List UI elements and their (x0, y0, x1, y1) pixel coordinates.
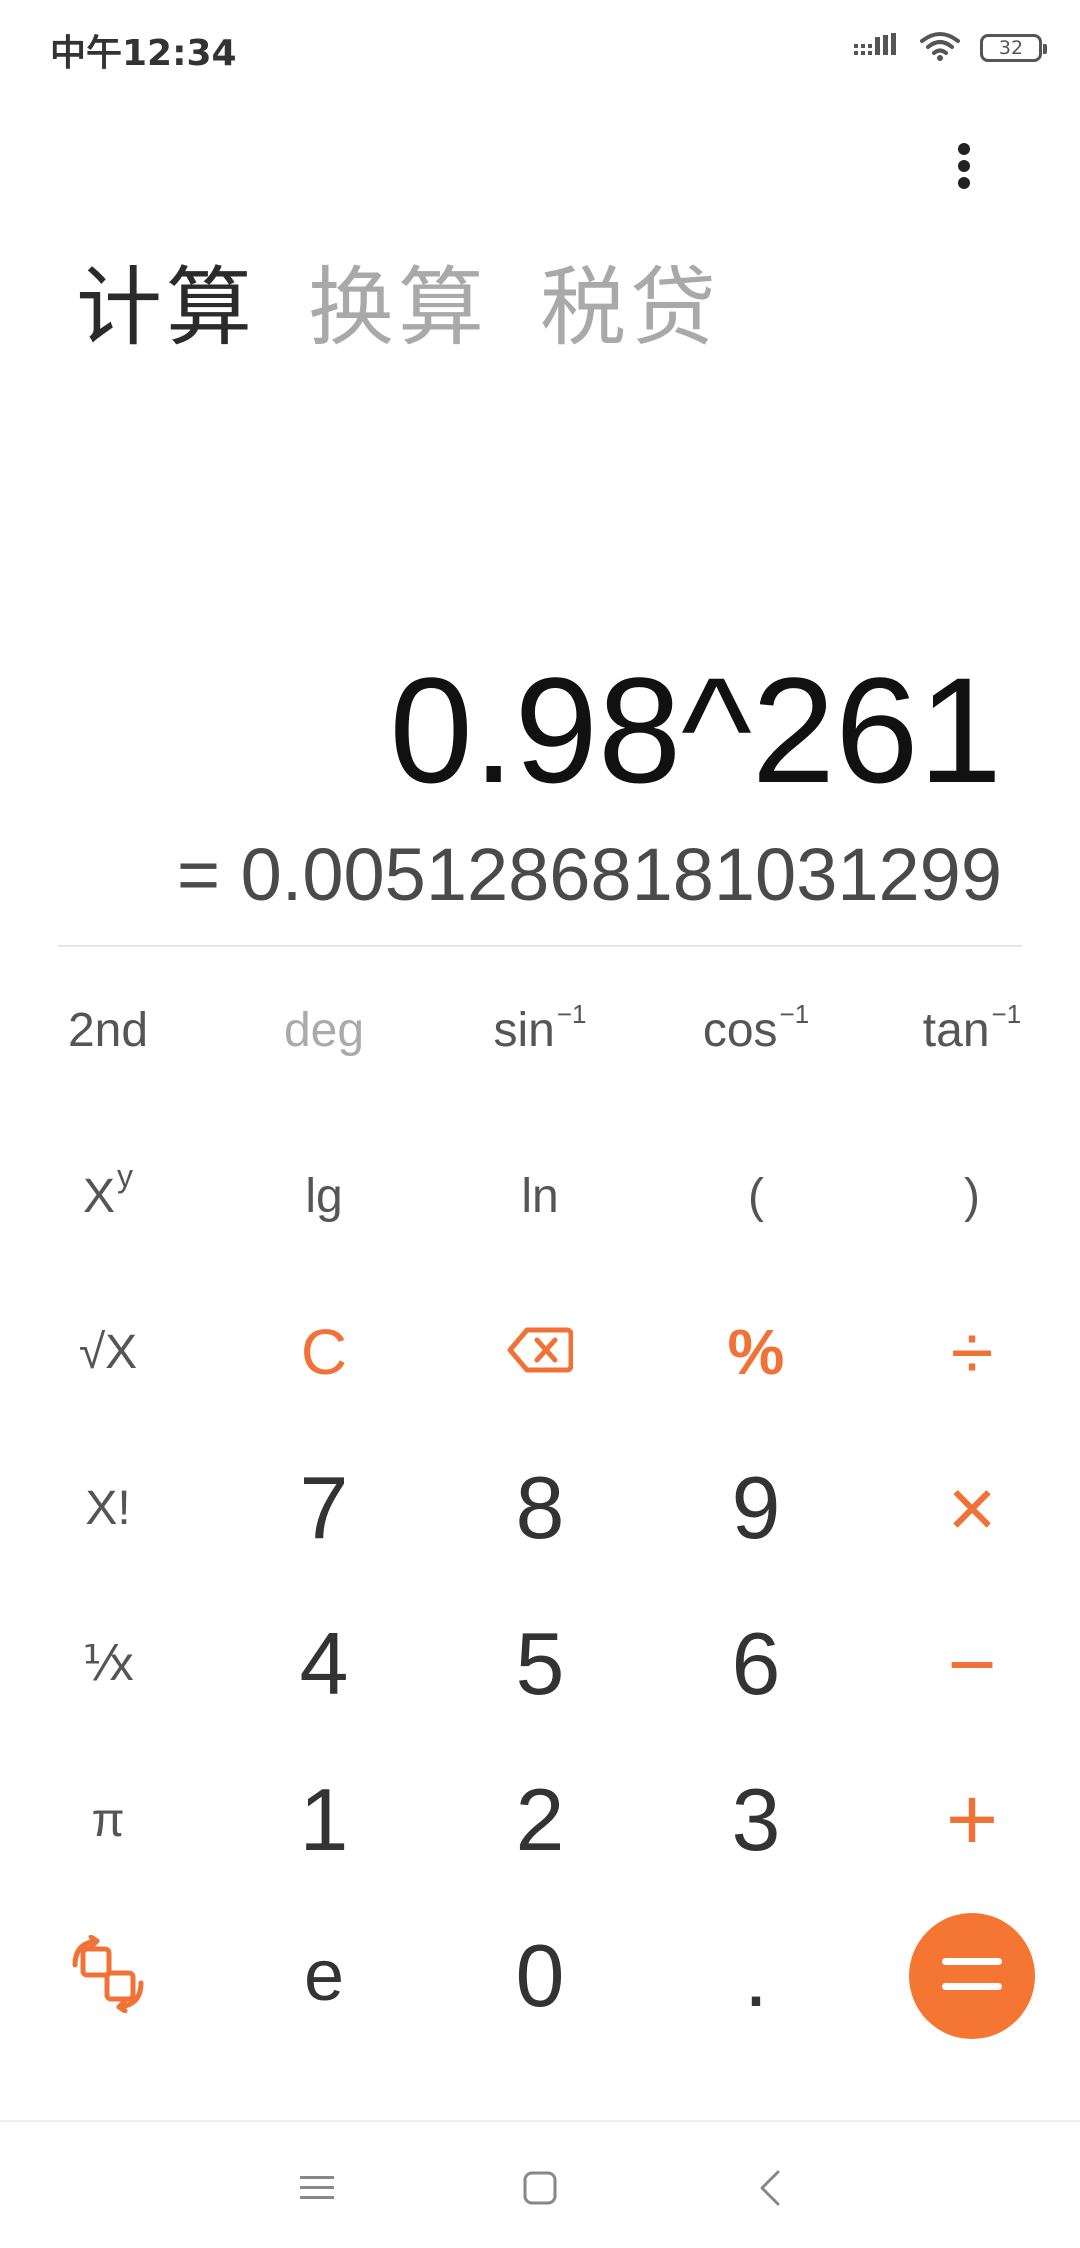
tab-calculate[interactable]: 计算 (76, 258, 256, 358)
recent-apps-button[interactable] (287, 2160, 347, 2220)
switch-mode-icon (69, 1934, 147, 2018)
log10-key[interactable]: lg (216, 1118, 432, 1274)
status-time: 中午12:34 (50, 33, 237, 74)
wifi-icon (920, 31, 960, 65)
home-square-icon (523, 2171, 557, 2209)
mode-tabs: 计算 换算 税贷 (76, 258, 720, 358)
equals-key[interactable] (864, 1898, 1080, 2054)
more-vertical-icon (957, 142, 971, 194)
arctan-label: tan (922, 1003, 990, 1057)
arctan-key[interactable]: tan −1 (864, 952, 1080, 1108)
tab-convert[interactable]: 换算 (308, 258, 488, 358)
ln-key[interactable]: ln (432, 1118, 648, 1274)
digit-3-key[interactable]: 3 (648, 1742, 864, 1898)
digit-1-key[interactable]: 1 (216, 1742, 432, 1898)
clear-key[interactable]: C (216, 1274, 432, 1430)
digit-5-key[interactable]: 5 (432, 1586, 648, 1742)
minus-key[interactable]: − (864, 1586, 1080, 1742)
back-button[interactable] (740, 2160, 800, 2220)
percent-key[interactable]: % (648, 1274, 864, 1430)
arcsin-key[interactable]: sin −1 (432, 952, 648, 1108)
digit-2-key[interactable]: 2 (432, 1742, 648, 1898)
status-bar: 中午12:34 32 (0, 0, 1080, 96)
e-key[interactable]: e (216, 1898, 432, 2054)
status-icons: 32 (854, 26, 1047, 70)
second-function-key[interactable]: 2nd (0, 952, 216, 1108)
power-base-label: X (82, 1169, 115, 1223)
digit-0-key[interactable]: 0 (432, 1898, 648, 2054)
equals-icon (942, 1956, 1002, 1997)
result-display: = 0.00512868181031299 (176, 833, 1002, 916)
close-paren-key[interactable]: ) (864, 1118, 1080, 1274)
arctan-exponent: −1 (991, 998, 1022, 1029)
sqrt-key[interactable]: √X (0, 1274, 216, 1430)
multiply-key[interactable]: × (864, 1430, 1080, 1586)
digit-6-key[interactable]: 6 (648, 1586, 864, 1742)
back-chevron-icon (758, 2170, 782, 2210)
equals-button-circle (909, 1913, 1035, 2039)
more-options-button[interactable] (936, 140, 992, 196)
factorial-key[interactable]: X! (0, 1430, 216, 1586)
reciprocal-key[interactable]: ⅟x (0, 1586, 216, 1742)
divider (58, 945, 1022, 947)
digit-9-key[interactable]: 9 (648, 1430, 864, 1586)
digit-8-key[interactable]: 8 (432, 1430, 648, 1586)
plus-key[interactable]: + (864, 1742, 1080, 1898)
backspace-key[interactable] (432, 1274, 648, 1430)
open-paren-key[interactable]: ( (648, 1118, 864, 1274)
decimal-point-key[interactable]: . (648, 1898, 864, 2054)
backspace-icon (507, 1326, 574, 1379)
arccos-exponent: −1 (779, 998, 810, 1029)
expression-display: 0.98^261 (389, 646, 1002, 814)
arcsin-label: sin (493, 1003, 555, 1057)
signal-icon (854, 33, 900, 63)
arccos-key[interactable]: cos −1 (648, 952, 864, 1108)
battery-icon: 32 (980, 34, 1047, 62)
power-key[interactable]: Xy (0, 1118, 216, 1274)
digit-4-key[interactable]: 4 (216, 1586, 432, 1742)
arcsin-exponent: −1 (556, 998, 587, 1029)
home-button[interactable] (510, 2160, 570, 2220)
tab-tax-loan[interactable]: 税贷 (540, 258, 720, 358)
toggle-mode-key[interactable] (0, 1898, 216, 2054)
deg-key[interactable]: deg (216, 952, 432, 1108)
menu-lines-icon (300, 2173, 334, 2207)
navigation-bar (0, 2120, 1080, 2248)
digit-7-key[interactable]: 7 (216, 1430, 432, 1586)
power-exponent-label: y (117, 1157, 133, 1194)
divide-key[interactable]: ÷ (864, 1274, 1080, 1430)
pi-key[interactable]: π (0, 1742, 216, 1898)
arccos-label: cos (702, 1003, 778, 1057)
